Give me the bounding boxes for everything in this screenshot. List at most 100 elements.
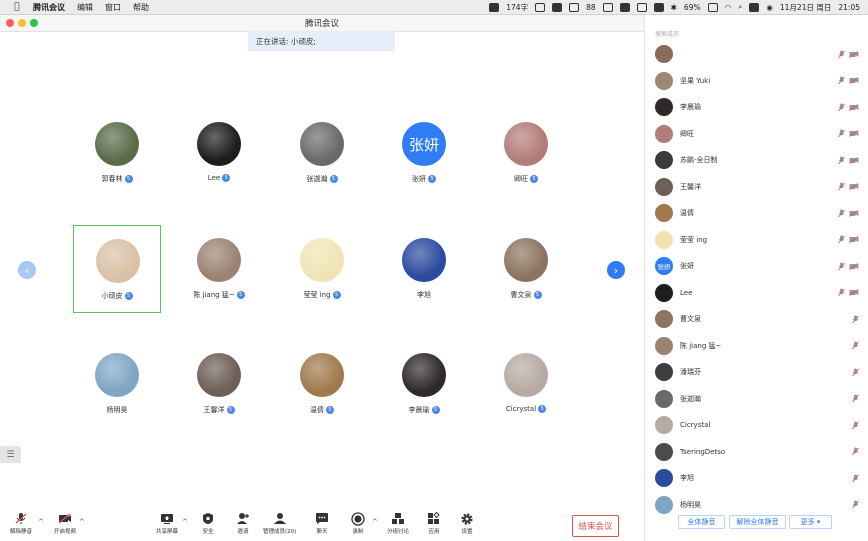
camera-off-icon[interactable] (849, 288, 859, 297)
participant-tile[interactable]: Cicrystal 5 (482, 340, 570, 428)
participant-tile[interactable]: 杨明昊 (73, 340, 161, 428)
mic-muted-icon[interactable] (837, 209, 845, 218)
video-options-caret[interactable]: ^ (79, 518, 85, 526)
battery-icon[interactable] (707, 2, 718, 12)
mic-muted-icon[interactable] (837, 182, 845, 191)
camera-off-icon[interactable] (849, 129, 859, 138)
mic-muted-icon[interactable] (851, 447, 859, 456)
member-list-item[interactable]: 王馨洋 (655, 176, 859, 198)
mic-muted-icon[interactable] (851, 368, 859, 377)
camera-off-icon[interactable] (849, 209, 859, 218)
manage-members-button[interactable]: 管理成员(20) (263, 512, 296, 535)
participant-tile[interactable]: 小顽皮 5 (73, 225, 161, 313)
unmute-all-button[interactable]: 解除全体静音 (729, 515, 786, 529)
menubar-time[interactable]: 21:05 (838, 3, 860, 12)
unmute-button[interactable]: 解除静音 (10, 512, 32, 535)
participant-tile[interactable]: Lee 5 (175, 109, 263, 197)
app-status-icon[interactable] (552, 2, 563, 12)
participant-tile[interactable]: 李晨瑜 5 (380, 340, 468, 428)
mic-muted-icon[interactable] (837, 156, 845, 165)
participant-tile[interactable]: 郭春林 5 (73, 109, 161, 197)
member-list-item[interactable] (655, 43, 859, 65)
member-list-item[interactable]: 苏鹏-全日制 (655, 149, 859, 171)
mic-muted-icon[interactable] (851, 341, 859, 350)
mic-muted-icon[interactable] (837, 262, 845, 271)
siri-icon[interactable]: ◉ (766, 3, 773, 12)
participant-tile[interactable]: 张迦瀚 5 (278, 109, 366, 197)
participant-tile[interactable]: 温倩 5 (278, 340, 366, 428)
word-count[interactable]: 174字 (506, 2, 528, 13)
participant-tile[interactable]: 王馨洋 5 (175, 340, 263, 428)
menu-help[interactable]: 帮助 (133, 2, 149, 13)
camera-off-icon[interactable] (849, 182, 859, 191)
wifi-icon[interactable]: ◠ (725, 3, 732, 12)
security-button[interactable]: 安全 (201, 512, 215, 535)
member-list-item[interactable]: 潘瑞芬 (655, 361, 859, 383)
member-list-item[interactable]: Lee (655, 282, 859, 304)
mute-all-button[interactable]: 全体静音 (678, 515, 725, 529)
camera-off-icon[interactable] (849, 262, 859, 271)
end-meeting-button[interactable]: 结束会议 (572, 515, 619, 537)
window-icon[interactable] (569, 2, 580, 12)
search-icon[interactable]: ⌕ (738, 2, 742, 12)
member-list-item[interactable]: 莹莹 ing (655, 229, 859, 251)
share-options-caret[interactable]: ^ (182, 518, 188, 526)
camera-off-icon[interactable] (849, 156, 859, 165)
network-icon[interactable] (602, 2, 613, 12)
settings-button[interactable]: 设置 (460, 512, 474, 535)
member-list-item[interactable]: 坚果 Yuki (655, 70, 859, 92)
mic-muted-icon[interactable] (837, 76, 845, 85)
menu-window[interactable]: 窗口 (105, 2, 121, 13)
camera-off-icon[interactable] (849, 103, 859, 112)
camera-off-icon[interactable] (849, 76, 859, 85)
participant-tile[interactable]: 李旭 (380, 225, 468, 313)
sync-icon[interactable] (653, 2, 664, 12)
mic-muted-icon[interactable] (837, 50, 845, 59)
participant-tile[interactable]: 莹莹 ing 5 (278, 225, 366, 313)
participant-tile[interactable]: 陈 jiang 猛~ 5 (175, 225, 263, 313)
mic-muted-icon[interactable] (851, 394, 859, 403)
bluetooth-icon[interactable]: ✱ (671, 3, 677, 12)
start-video-button[interactable]: 开启视频 (54, 512, 76, 535)
mic-muted-icon[interactable] (837, 129, 845, 138)
prev-page-button[interactable]: ‹ (18, 261, 36, 279)
mic-muted-icon[interactable] (837, 235, 845, 244)
camera-off-icon[interactable] (849, 50, 859, 59)
breakout-button[interactable]: 分组讨论 (387, 512, 409, 535)
camera-off-icon[interactable] (849, 235, 859, 244)
member-list-item[interactable]: 杨明昊 (655, 494, 859, 516)
list-view-toggle[interactable]: ☰ (0, 446, 21, 463)
mic-muted-icon[interactable] (851, 474, 859, 483)
member-list-item[interactable]: 张迦瀚 (655, 388, 859, 410)
mic-muted-icon[interactable] (851, 421, 859, 430)
participant-tile[interactable]: 张妍 张妍 5 (380, 109, 468, 197)
wechat-icon[interactable] (619, 2, 630, 12)
member-list-item[interactable]: 李晨瑜 (655, 96, 859, 118)
grid-icon[interactable] (535, 2, 546, 12)
participant-tile[interactable]: 卿旺 5 (482, 109, 570, 197)
chat-button[interactable]: 聊天 (315, 512, 329, 535)
record-options-caret[interactable]: ^ (372, 518, 378, 526)
member-list-item[interactable]: 温倩 (655, 202, 859, 224)
notification-badge[interactable]: 88 (586, 3, 596, 12)
menubar-date[interactable]: 11月21日 周日 (780, 2, 831, 13)
member-list-item[interactable]: TseringDetso (655, 441, 859, 463)
member-list-item[interactable]: 卿旺 (655, 123, 859, 145)
member-list-item[interactable]: 陈 jiang 猛~ (655, 335, 859, 357)
mic-muted-icon[interactable] (837, 103, 845, 112)
apps-button[interactable]: 应用 (427, 512, 441, 535)
share-screen-button[interactable]: 共享屏幕 (156, 512, 178, 535)
mic-muted-icon[interactable] (837, 288, 845, 297)
menu-edit[interactable]: 编辑 (77, 2, 93, 13)
mic-muted-icon[interactable] (851, 500, 859, 509)
invite-button[interactable]: 邀请 (236, 512, 250, 535)
audio-options-caret[interactable]: ^ (38, 518, 44, 526)
participant-tile[interactable]: 曹文泉 5 (482, 225, 570, 313)
member-list-item[interactable]: 张妍 张妍 (655, 255, 859, 277)
apple-icon[interactable]:  (12, 2, 22, 12)
next-page-button[interactable]: › (607, 261, 625, 279)
control-center-icon[interactable] (749, 2, 760, 12)
mic-muted-icon[interactable] (851, 315, 859, 324)
member-list-item[interactable]: Cicrystal (655, 414, 859, 436)
record-button[interactable]: 录制 (351, 511, 365, 535)
